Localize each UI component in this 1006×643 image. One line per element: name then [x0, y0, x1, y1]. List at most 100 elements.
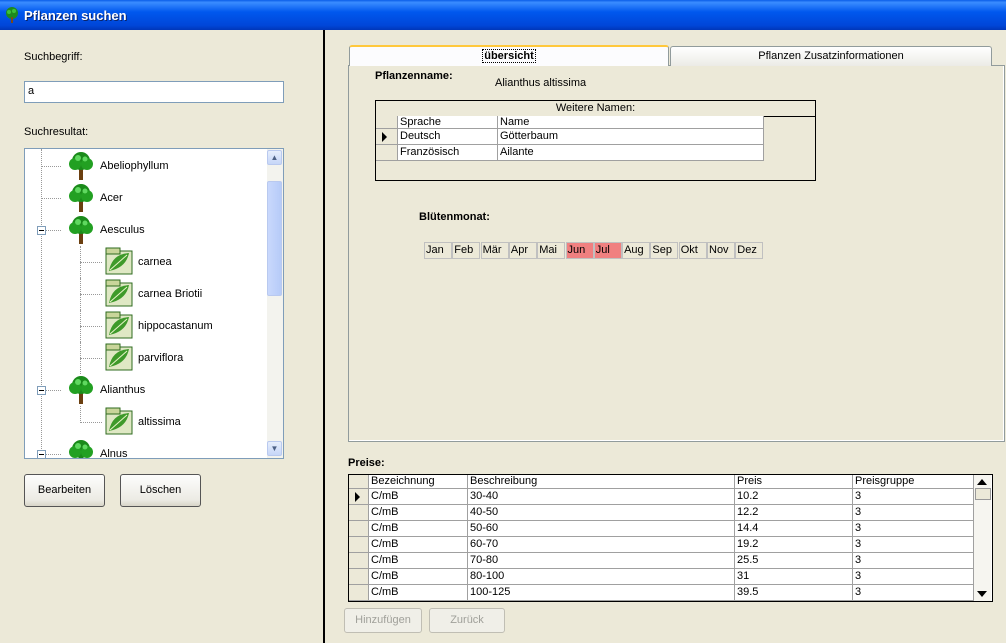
table-cell[interactable]: 30-40: [468, 489, 735, 505]
tree-scroll-thumb[interactable]: [267, 181, 282, 296]
tree-item[interactable]: hippocastanum: [25, 310, 265, 342]
row-header[interactable]: [376, 129, 398, 145]
row-header[interactable]: [349, 553, 369, 569]
tree-connector: [80, 326, 102, 327]
row-header[interactable]: [349, 489, 369, 505]
prices-scrollbar[interactable]: [974, 475, 991, 601]
row-header[interactable]: [349, 569, 369, 585]
tree-item[interactable]: Acer: [25, 182, 265, 214]
tab-overview[interactable]: übersicht: [349, 45, 669, 66]
table-cell[interactable]: 60-70: [468, 537, 735, 553]
month-cell: Sep: [650, 242, 679, 259]
table-cell[interactable]: 25.5: [735, 553, 853, 569]
row-header: [349, 475, 369, 489]
tree-item-label: parviflora: [138, 352, 184, 364]
search-label: Suchbegriff:: [24, 51, 83, 63]
prices-scroll-thumb[interactable]: [975, 488, 991, 500]
edit-button[interactable]: Bearbeiten: [24, 474, 105, 507]
prices-grid[interactable]: Bezeichnung Beschreibung Preis Preisgruppe C…: [348, 474, 993, 602]
tree-item[interactable]: Abeliophyllum: [25, 150, 265, 182]
scroll-up-icon[interactable]: [977, 479, 987, 485]
table-cell[interactable]: Deutsch: [398, 129, 498, 145]
tree-connector: [80, 278, 81, 310]
column-header[interactable]: Bezeichnung: [369, 475, 468, 489]
leaf-image-icon: [104, 246, 134, 279]
search-input[interactable]: a: [24, 81, 284, 103]
leaf-image-icon: [104, 310, 134, 343]
tree-connector: [80, 294, 102, 295]
tree-connector: [80, 406, 81, 423]
table-cell[interactable]: C/mB: [369, 521, 468, 537]
tree-item[interactable]: parviflora: [25, 342, 265, 374]
table-cell[interactable]: C/mB: [369, 537, 468, 553]
table-cell[interactable]: 3: [853, 537, 974, 553]
collapse-icon[interactable]: [37, 386, 46, 395]
tree-icon: [66, 438, 96, 458]
table-cell[interactable]: Ailante: [498, 145, 764, 161]
table-cell[interactable]: 19.2: [735, 537, 853, 553]
tab-additional-info[interactable]: Pflanzen Zusatzinformationen: [670, 46, 992, 66]
plant-name-label: Pflanzenname:: [375, 70, 453, 82]
tree-item[interactable]: Alianthus: [25, 374, 265, 406]
table-cell[interactable]: C/mB: [369, 569, 468, 585]
table-cell[interactable]: 39.5: [735, 585, 853, 601]
table-cell[interactable]: 3: [853, 553, 974, 569]
column-header[interactable]: Preis: [735, 475, 853, 489]
window-title: Pflanzen suchen: [24, 8, 127, 23]
scroll-up-icon[interactable]: ▲: [267, 150, 282, 165]
row-header[interactable]: [376, 145, 398, 161]
panel-splitter[interactable]: [323, 30, 325, 643]
tree-connector: [80, 358, 102, 359]
column-header[interactable]: Beschreibung: [468, 475, 735, 489]
row-header[interactable]: [349, 537, 369, 553]
collapse-icon[interactable]: [37, 450, 46, 458]
table-cell[interactable]: 3: [853, 505, 974, 521]
table-cell[interactable]: C/mB: [369, 489, 468, 505]
scroll-down-icon[interactable]: [977, 591, 987, 597]
tree-connector: [41, 198, 61, 199]
table-cell[interactable]: 3: [853, 521, 974, 537]
table-cell[interactable]: 50-60: [468, 521, 735, 537]
plant-tree-view[interactable]: ▲ ▼ Abeliophyllum Acer Aesculus carnea carne…: [24, 148, 284, 459]
table-cell[interactable]: 100-125: [468, 585, 735, 601]
tree-item[interactable]: carnea Briotii: [25, 278, 265, 310]
tree-item[interactable]: Aesculus: [25, 214, 265, 246]
table-cell[interactable]: 40-50: [468, 505, 735, 521]
table-cell[interactable]: 80-100: [468, 569, 735, 585]
table-cell[interactable]: C/mB: [369, 553, 468, 569]
table-cell[interactable]: 12.2: [735, 505, 853, 521]
add-button[interactable]: Hinzufügen: [344, 608, 422, 633]
tree-item[interactable]: carnea: [25, 246, 265, 278]
prices-label: Preise:: [348, 457, 385, 469]
scroll-down-icon[interactable]: ▼: [267, 441, 282, 456]
table-cell[interactable]: Französisch: [398, 145, 498, 161]
tree-scrollbar[interactable]: ▲ ▼: [267, 149, 283, 458]
table-cell[interactable]: Götterbaum: [498, 129, 764, 145]
tree-item[interactable]: Alnus: [25, 438, 265, 458]
back-button[interactable]: Zurück: [429, 608, 505, 633]
month-cell: Jul: [593, 242, 622, 259]
column-header[interactable]: Sprache: [398, 116, 498, 129]
table-cell[interactable]: C/mB: [369, 585, 468, 601]
table-cell[interactable]: C/mB: [369, 505, 468, 521]
delete-button[interactable]: Löschen: [120, 474, 201, 507]
other-names-grid[interactable]: Weitere Namen: Sprache Name Deutsch Götterb…: [375, 100, 816, 181]
row-header[interactable]: [349, 585, 369, 601]
table-cell[interactable]: 3: [853, 569, 974, 585]
table-cell[interactable]: 3: [853, 489, 974, 505]
table-cell[interactable]: 10.2: [735, 489, 853, 505]
tree-connector: [80, 262, 102, 263]
row-header[interactable]: [349, 505, 369, 521]
column-header[interactable]: Preisgruppe: [853, 475, 974, 489]
table-cell[interactable]: 70-80: [468, 553, 735, 569]
column-header[interactable]: Name: [498, 116, 764, 129]
table-cell[interactable]: 3: [853, 585, 974, 601]
table-cell[interactable]: 31: [735, 569, 853, 585]
collapse-icon[interactable]: [37, 226, 46, 235]
table-cell[interactable]: 14.4: [735, 521, 853, 537]
tree-item[interactable]: altissima: [25, 406, 265, 438]
tree-item-label: altissima: [138, 416, 181, 428]
row-header[interactable]: [349, 521, 369, 537]
tree-item-label: Aesculus: [100, 224, 145, 236]
tree-connector: [80, 422, 102, 423]
